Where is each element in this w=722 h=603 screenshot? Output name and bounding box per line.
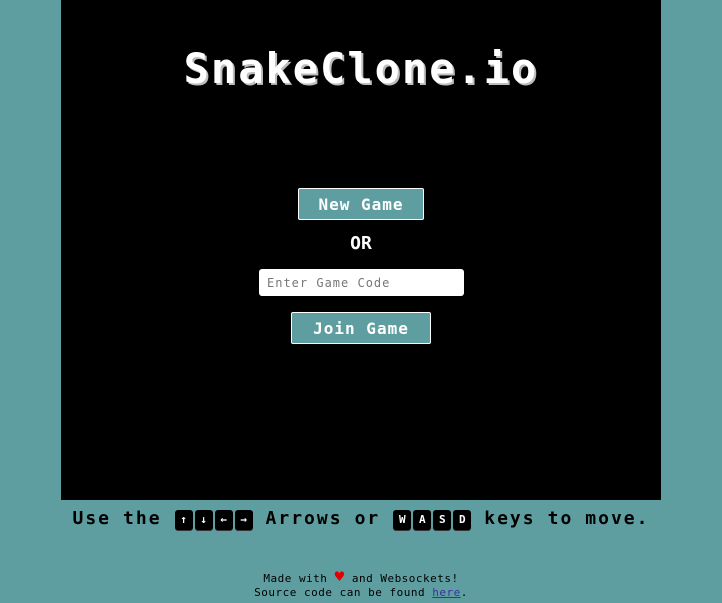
s-key-icon: S (433, 509, 452, 530)
game-title: SnakeClone.io (183, 44, 539, 93)
arrow-keys-group: ↑ ↓ ← → (174, 509, 254, 530)
source-code-link[interactable]: here (432, 586, 461, 599)
arrow-left-key-icon: ← (214, 509, 233, 530)
arrow-up-key-icon: ↑ (174, 509, 193, 530)
arrow-down-key-icon: ↓ (194, 509, 213, 530)
footer-made-with: Made with (263, 572, 328, 585)
heart-icon: ♥ (334, 567, 345, 586)
join-game-button[interactable]: Join Game (291, 312, 431, 344)
page-footer: Made with ♥ and Websockets! Source code … (0, 567, 722, 600)
footer-period: . (460, 586, 468, 599)
instruction-word-move: move. (585, 508, 650, 529)
game-code-input[interactable] (259, 269, 464, 296)
d-key-icon: D (453, 509, 472, 530)
instruction-word-keys: keys (484, 508, 536, 529)
footer-credit-line: Made with ♥ and Websockets! (0, 567, 722, 586)
controls-instructions: Use the ↑ ↓ ← → Arrows or W A S Dkeys to move. (0, 508, 722, 530)
footer-websockets: and Websockets! (351, 572, 459, 585)
or-separator: OR (350, 233, 372, 254)
footer-source-line: Source code can be found here. (0, 586, 722, 600)
instruction-word-use: Use (72, 508, 112, 529)
w-key-icon: W (393, 509, 412, 530)
wasd-keys-group: WASD (392, 509, 472, 530)
game-canvas: SnakeClone.io New Game OR Join Game (61, 0, 661, 500)
new-game-button[interactable]: New Game (298, 188, 424, 220)
a-key-icon: A (413, 509, 432, 530)
arrow-right-key-icon: → (234, 509, 253, 530)
instruction-word-or: or (354, 508, 381, 529)
instruction-word-to: to (547, 508, 574, 529)
instruction-word-the: the (123, 508, 162, 529)
instruction-word-arrows: Arrows (265, 508, 343, 529)
footer-source-text: Source code can be found (254, 586, 426, 599)
